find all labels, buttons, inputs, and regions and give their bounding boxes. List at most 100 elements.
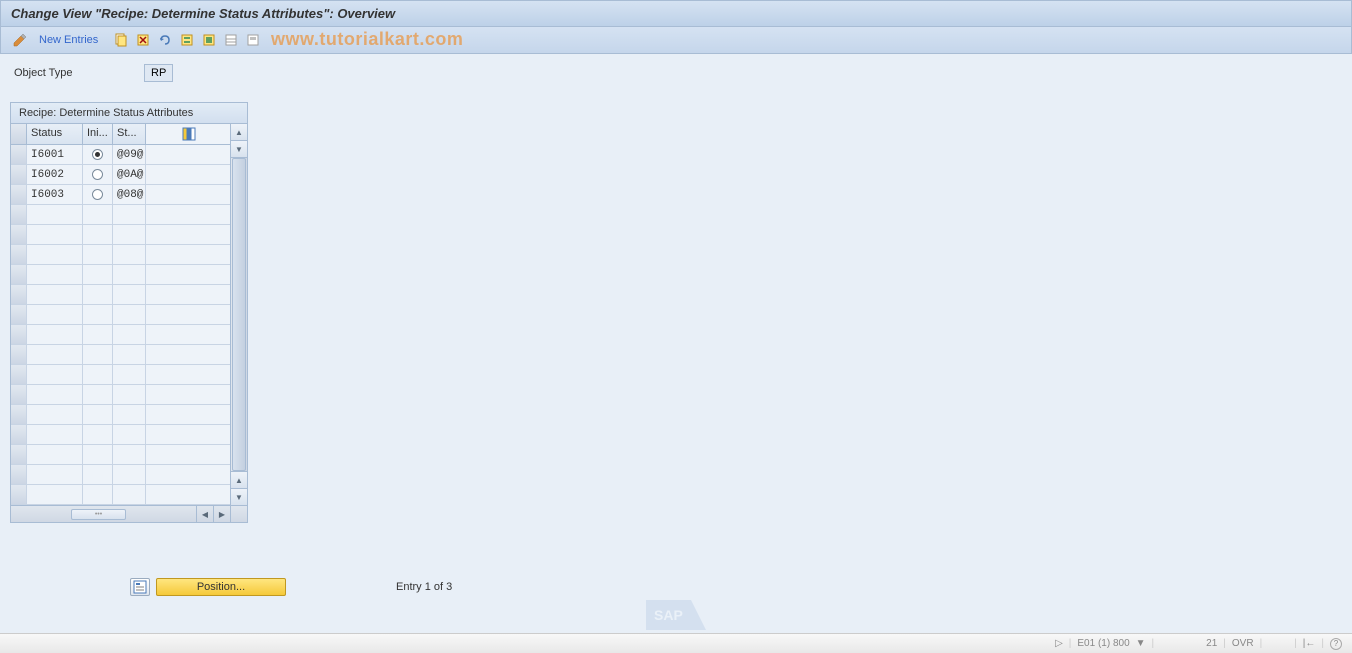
vertical-scrollbar[interactable]: ▲ ▼ ▲ ▼ <box>230 124 247 505</box>
table-row[interactable] <box>11 265 230 285</box>
cell-ini-radio[interactable] <box>83 385 113 404</box>
row-selector[interactable] <box>11 425 27 444</box>
cell-status[interactable] <box>27 225 83 244</box>
print-icon[interactable] <box>244 31 262 49</box>
table-row[interactable] <box>11 465 230 485</box>
radio-icon[interactable] <box>92 189 103 200</box>
cell-st[interactable] <box>113 485 146 504</box>
col-st-header[interactable]: St... <box>113 124 146 145</box>
cell-status[interactable]: I6003 <box>27 185 83 204</box>
cell-status[interactable] <box>27 305 83 324</box>
cell-status[interactable] <box>27 345 83 364</box>
cell-ini-radio[interactable] <box>83 445 113 464</box>
cell-st[interactable] <box>113 325 146 344</box>
table-row[interactable]: I6001 @09@ <box>11 145 230 165</box>
cell-ini-radio[interactable] <box>83 225 113 244</box>
table-row[interactable] <box>11 225 230 245</box>
select-all-icon[interactable] <box>178 31 196 49</box>
table-row[interactable] <box>11 405 230 425</box>
scroll-left-icon[interactable]: ◀ <box>196 506 213 522</box>
row-selector[interactable] <box>11 145 27 164</box>
row-selector[interactable] <box>11 225 27 244</box>
scroll-right-icon[interactable]: ▶ <box>213 506 230 522</box>
cell-ini-radio[interactable] <box>83 425 113 444</box>
cell-status[interactable] <box>27 425 83 444</box>
cell-ini-radio[interactable] <box>83 245 113 264</box>
cell-ini-radio[interactable] <box>83 465 113 484</box>
table-row[interactable]: I6002 @0A@ <box>11 165 230 185</box>
cell-st[interactable] <box>113 405 146 424</box>
row-selector[interactable] <box>11 405 27 424</box>
status-triangle-icon[interactable]: ▷ <box>1055 638 1063 649</box>
row-selector[interactable] <box>11 345 27 364</box>
row-selector[interactable] <box>11 325 27 344</box>
scroll-up2-icon[interactable]: ▼ <box>231 141 247 158</box>
scroll-up-icon[interactable]: ▲ <box>231 124 247 141</box>
cell-st[interactable]: @0A@ <box>113 165 146 184</box>
cell-ini-radio[interactable] <box>83 265 113 284</box>
table-row[interactable] <box>11 345 230 365</box>
cell-st[interactable] <box>113 225 146 244</box>
table-row[interactable] <box>11 445 230 465</box>
cell-st[interactable]: @09@ <box>113 145 146 164</box>
cell-st[interactable] <box>113 305 146 324</box>
cell-st[interactable] <box>113 345 146 364</box>
cell-status[interactable] <box>27 485 83 504</box>
scroll-down-icon[interactable]: ▲ <box>231 471 247 488</box>
cell-ini-radio[interactable] <box>83 485 113 504</box>
cell-st[interactable] <box>113 425 146 444</box>
col-selector[interactable] <box>11 124 27 145</box>
cell-status[interactable] <box>27 385 83 404</box>
cell-status[interactable] <box>27 205 83 224</box>
row-selector[interactable] <box>11 465 27 484</box>
undo-icon[interactable] <box>156 31 174 49</box>
select-block-icon[interactable] <box>200 31 218 49</box>
table-row[interactable] <box>11 425 230 445</box>
hscroll-thumb[interactable]: ••• <box>71 509 126 520</box>
row-selector[interactable] <box>11 485 27 504</box>
table-row[interactable] <box>11 305 230 325</box>
cell-ini-radio[interactable] <box>83 305 113 324</box>
cell-ini-radio[interactable] <box>83 185 113 204</box>
question-icon[interactable]: ? <box>1330 638 1342 650</box>
cell-status[interactable] <box>27 265 83 284</box>
cell-st[interactable] <box>113 205 146 224</box>
table-row[interactable] <box>11 325 230 345</box>
deselect-all-icon[interactable] <box>222 31 240 49</box>
cell-status[interactable]: I6001 <box>27 145 83 164</box>
row-selector[interactable] <box>11 245 27 264</box>
row-selector[interactable] <box>11 305 27 324</box>
cell-st[interactable]: @08@ <box>113 185 146 204</box>
cell-status[interactable]: I6002 <box>27 165 83 184</box>
cell-st[interactable] <box>113 265 146 284</box>
cell-st[interactable] <box>113 385 146 404</box>
delete-icon[interactable] <box>134 31 152 49</box>
table-row[interactable] <box>11 205 230 225</box>
dropdown-icon[interactable]: ▼ <box>1136 638 1146 649</box>
cell-status[interactable] <box>27 245 83 264</box>
cell-st[interactable] <box>113 285 146 304</box>
collapse-icon[interactable]: |← <box>1303 638 1316 649</box>
cell-ini-radio[interactable] <box>83 365 113 384</box>
cell-status[interactable] <box>27 465 83 484</box>
cell-ini-radio[interactable] <box>83 285 113 304</box>
horizontal-scrollbar[interactable]: ••• ◀ ▶ <box>11 505 247 522</box>
cell-ini-radio[interactable] <box>83 165 113 184</box>
cell-st[interactable] <box>113 245 146 264</box>
copy-icon[interactable] <box>112 31 130 49</box>
table-row[interactable] <box>11 285 230 305</box>
cell-status[interactable] <box>27 445 83 464</box>
cell-status[interactable] <box>27 285 83 304</box>
row-selector[interactable] <box>11 205 27 224</box>
col-ini-header[interactable]: Ini... <box>83 124 113 145</box>
position-button[interactable]: Position... <box>130 578 286 596</box>
row-selector[interactable] <box>11 265 27 284</box>
cell-st[interactable] <box>113 365 146 384</box>
cell-ini-radio[interactable] <box>83 205 113 224</box>
cell-ini-radio[interactable] <box>83 325 113 344</box>
scroll-down2-icon[interactable]: ▼ <box>231 488 247 505</box>
cell-status[interactable] <box>27 365 83 384</box>
cell-ini-radio[interactable] <box>83 145 113 164</box>
radio-icon[interactable] <box>92 149 103 160</box>
cell-st[interactable] <box>113 445 146 464</box>
